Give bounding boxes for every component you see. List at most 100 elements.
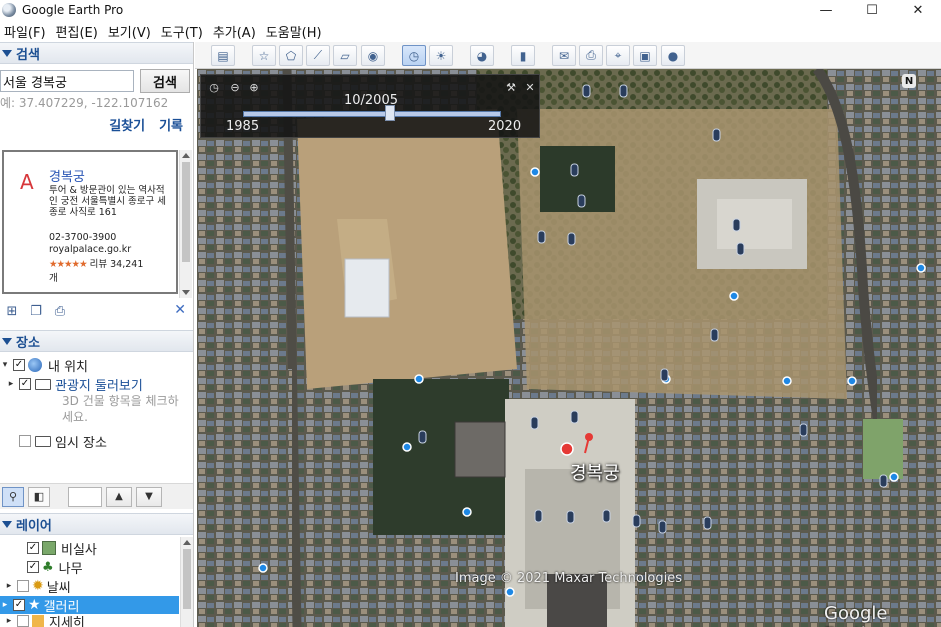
panel-toggle-icon[interactable]: ◧: [28, 486, 50, 507]
menu-add[interactable]: 추가(A): [209, 22, 262, 41]
search-input[interactable]: [0, 70, 134, 92]
places-item-tour[interactable]: ▸ ✓ 관광지 둘러보기: [6, 375, 143, 394]
layer-item[interactable]: ✓ 비실사: [24, 539, 97, 558]
scroll-up-icon[interactable]: [182, 153, 190, 158]
places-filter-field[interactable]: [68, 486, 102, 507]
places-section-header[interactable]: 장소: [0, 330, 193, 352]
copy-icon[interactable]: ❐: [27, 303, 45, 319]
view-in-maps-icon[interactable]: ⌖: [606, 45, 630, 66]
places-item-temporary[interactable]: 임시 장소: [6, 432, 107, 451]
print-icon[interactable]: ⎙: [51, 303, 69, 319]
directions-link[interactable]: 길찾기: [109, 115, 145, 134]
minimize-button[interactable]: —: [803, 0, 849, 20]
scroll-down-icon[interactable]: [182, 290, 190, 295]
add-placemark-icon[interactable]: ☆: [252, 45, 276, 66]
movie-maker-icon[interactable]: ●: [661, 45, 685, 66]
search-result[interactable]: A 경복궁 투어 & 방문관이 있는 역사적인 궁전 서울특별시 종로구 세종로…: [2, 150, 178, 294]
search-panel-toolbar: ⊞ ❐ ⎙ ✕: [0, 300, 193, 322]
expand-icon[interactable]: ▾: [0, 360, 10, 370]
layers-scrollbar[interactable]: [180, 537, 193, 627]
layers-section-header[interactable]: 레이어: [0, 513, 193, 535]
building-icon: [42, 541, 56, 555]
sun-icon: ✹: [32, 578, 44, 594]
expand-icon[interactable]: ▸: [4, 581, 14, 591]
menu-bar: 파일(F) 편집(E) 보기(V) 도구(T) 추가(A) 도움말(H): [0, 20, 941, 42]
save-image-icon[interactable]: ▣: [633, 45, 657, 66]
tree-icon: ♣: [42, 559, 54, 575]
result-phone: 02-3700-3900: [49, 232, 117, 243]
current-date: 10/2005: [343, 93, 398, 108]
checkbox[interactable]: ✓: [19, 378, 31, 390]
menu-tools[interactable]: 도구(T): [157, 22, 209, 41]
map-view[interactable]: 경복궁 Image © 2021 Maxar Technologies Goog…: [197, 69, 941, 627]
scroll-up-icon[interactable]: [183, 540, 191, 545]
menu-view[interactable]: 보기(V): [104, 22, 157, 41]
maximize-button[interactable]: ☐: [849, 0, 895, 20]
record-tour-icon[interactable]: ◉: [361, 45, 385, 66]
compass-north-icon[interactable]: N: [902, 74, 916, 88]
ruler-icon[interactable]: ▮: [511, 45, 535, 66]
rating-count: 리뷰 34,241: [89, 259, 144, 270]
menu-help[interactable]: 도움말(H): [262, 22, 328, 41]
settings-wrench-icon[interactable]: ⚒: [504, 80, 518, 94]
layer-item[interactable]: ▸ ✹ 날씨: [4, 577, 71, 596]
planet-switch-icon[interactable]: ◕: [470, 45, 494, 66]
menu-file[interactable]: 파일(F): [0, 22, 52, 41]
add-to-places-icon[interactable]: ⊞: [3, 303, 21, 319]
search-places-icon[interactable]: ⚲: [2, 486, 24, 507]
move-up-button[interactable]: ▲: [106, 486, 132, 507]
checkbox[interactable]: [17, 580, 29, 592]
layer-item[interactable]: ▸ 지세히: [4, 615, 85, 627]
google-earth-app-icon: [2, 3, 16, 17]
clock-icon[interactable]: ◷: [207, 80, 221, 94]
layer-label: 날씨: [46, 580, 71, 596]
places-item-my-location[interactable]: ▾ ✓ 내 위치: [0, 356, 88, 375]
move-down-button[interactable]: ▼: [136, 486, 162, 507]
expand-icon[interactable]: ▸: [0, 600, 10, 610]
zoom-out-icon[interactable]: ⊖: [228, 80, 242, 94]
result-title[interactable]: 경복궁: [49, 166, 85, 185]
close-slider-icon[interactable]: ✕: [523, 80, 537, 94]
historical-imagery-icon[interactable]: ◷: [402, 45, 426, 66]
checkbox[interactable]: ✓: [27, 542, 39, 554]
zoom-in-icon[interactable]: ⊕: [247, 80, 261, 94]
add-path-icon[interactable]: ⟋: [306, 45, 330, 66]
search-row: 검색: [0, 64, 193, 94]
results-scrollbar[interactable]: [179, 150, 192, 298]
email-icon[interactable]: ✉: [552, 45, 576, 66]
checkbox[interactable]: ✓: [13, 359, 25, 371]
scroll-thumb[interactable]: [182, 162, 190, 262]
expand-icon[interactable]: ▸: [6, 379, 16, 389]
add-overlay-icon[interactable]: ▱: [333, 45, 357, 66]
clear-search-icon[interactable]: ✕: [174, 302, 186, 318]
sunlight-icon[interactable]: ☀: [429, 45, 453, 66]
star-icon: ★: [28, 597, 41, 613]
collapse-triangle-icon: [2, 520, 12, 528]
layer-item-selected[interactable]: ▸ ✓ ★ 갤러리: [0, 596, 179, 615]
add-polygon-icon[interactable]: ⬠: [279, 45, 303, 66]
search-section-header[interactable]: 검색: [0, 42, 193, 64]
checkbox[interactable]: ✓: [27, 561, 39, 573]
scroll-thumb[interactable]: [183, 549, 191, 609]
sidebar-toggle-icon[interactable]: ▤: [211, 45, 235, 66]
search-header-label: 검색: [16, 47, 40, 63]
search-button[interactable]: 검색: [140, 69, 190, 93]
time-track[interactable]: [243, 111, 501, 117]
close-button[interactable]: ✕: [895, 0, 941, 20]
rating-suffix: 개: [49, 273, 58, 284]
end-year: 2020: [488, 119, 522, 134]
layer-item[interactable]: ✓ ♣ 나무: [24, 558, 83, 577]
print-icon[interactable]: ⎙: [579, 45, 603, 66]
checkbox[interactable]: [17, 615, 29, 627]
checkbox[interactable]: [19, 435, 31, 447]
layer-label: 갤러리: [43, 599, 80, 615]
layer-label: 비실사: [61, 542, 97, 558]
time-slider-thumb[interactable]: [385, 105, 396, 121]
map-place-label[interactable]: 경복궁: [570, 459, 620, 485]
start-year: 1985: [226, 119, 260, 134]
checkbox[interactable]: ✓: [13, 599, 25, 611]
history-link[interactable]: 기록: [159, 115, 183, 134]
left-panel: 검색 검색 예: 37.407229, -122.107162 길찾기 기록 A…: [0, 42, 194, 627]
menu-edit[interactable]: 편집(E): [52, 22, 104, 41]
expand-icon[interactable]: ▸: [4, 616, 14, 626]
